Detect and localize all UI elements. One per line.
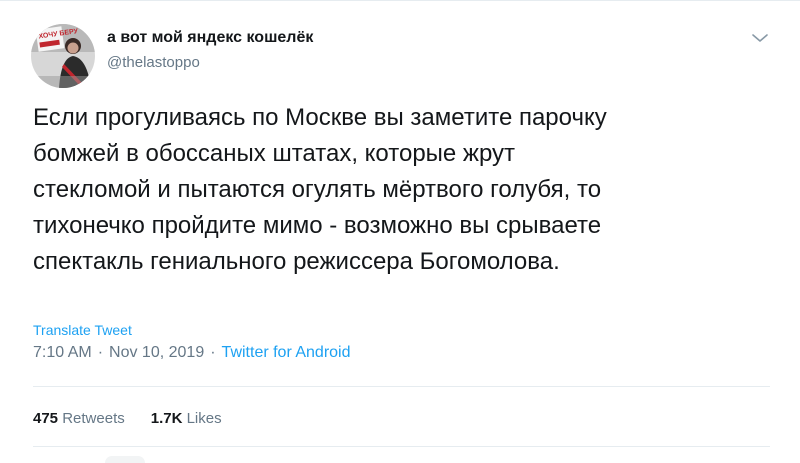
tweet-date[interactable]: Nov 10, 2019: [109, 344, 204, 361]
action-icon-partial: [105, 456, 145, 463]
tweet-source-link[interactable]: Twitter for Android: [222, 344, 351, 361]
divider: [33, 446, 770, 447]
likes-count: 1.7K: [150, 410, 183, 427]
author-display-name[interactable]: а вот мой яндекс кошелёк: [107, 29, 313, 47]
tweet-time[interactable]: 7:10 AM: [33, 344, 92, 361]
retweets-label: Retweets: [62, 410, 125, 427]
tweet-text: Если прогуливаясь по Москве вы заметите …: [33, 104, 607, 275]
avatar[interactable]: ХОЧУ БЕРУ: [31, 24, 95, 88]
retweets-count: 475: [33, 410, 59, 427]
translate-tweet-link[interactable]: Translate Tweet: [33, 322, 132, 338]
tweet-meta: 7:10 AM · Nov 10, 2019 · Twitter for Android: [33, 344, 351, 362]
likes-label: Likes: [186, 410, 222, 427]
avatar-image: ХОЧУ БЕРУ: [31, 24, 95, 88]
likes-stat[interactable]: 1.7K Likes: [151, 410, 222, 427]
tweet-card: ХОЧУ БЕРУ а вот мой яндекс кошелёк @thel…: [0, 0, 800, 463]
divider: [33, 386, 770, 387]
top-border: [0, 0, 800, 1]
meta-separator: ·: [210, 344, 216, 361]
tweet-stats: 475 Retweets 1.7K Likes: [33, 410, 248, 427]
retweets-stat[interactable]: 475 Retweets: [33, 410, 125, 427]
meta-separator: ·: [97, 344, 104, 361]
chevron-down-icon[interactable]: [750, 30, 770, 46]
author-handle[interactable]: @thelastoppo: [107, 54, 200, 71]
